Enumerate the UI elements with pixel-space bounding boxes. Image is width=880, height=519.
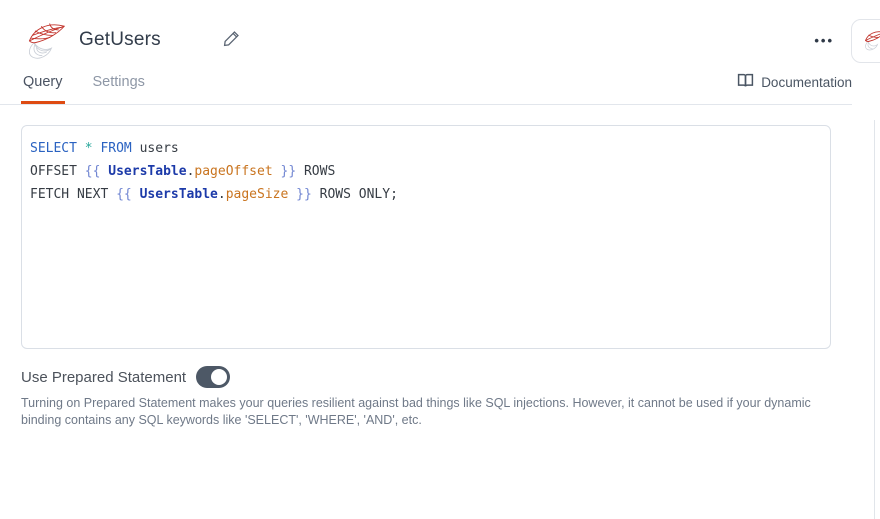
code-token: }}	[273, 164, 296, 179]
right-panel-divider	[874, 120, 875, 519]
code-token: FETCH NEXT	[30, 187, 116, 202]
code-token: {{	[116, 187, 139, 202]
tab-settings-label: Settings	[93, 74, 145, 90]
code-token: ROWS	[296, 164, 335, 179]
more-actions-button[interactable]: •••	[810, 31, 838, 50]
code-line[interactable]: OFFSET {{ UsersTable.pageOffset }} ROWS	[30, 160, 822, 183]
datasource-mssql-icon	[862, 28, 880, 55]
mssql-logo-icon	[21, 16, 69, 64]
code-token: users	[132, 141, 179, 156]
code-editor[interactable]: SELECT * FROM usersOFFSET {{ UsersTable.…	[21, 125, 831, 349]
code-token: {{	[85, 164, 108, 179]
code-token: FROM	[100, 141, 131, 156]
code-token: SELECT	[30, 141, 77, 156]
datasource-switch-button[interactable]	[851, 19, 880, 63]
documentation-link[interactable]: Documentation	[737, 72, 852, 104]
code-token: UsersTable	[108, 164, 186, 179]
code-token: pageSize	[226, 187, 289, 202]
tab-query-label: Query	[23, 74, 63, 90]
code-token: .	[218, 187, 226, 202]
code-token: UsersTable	[140, 187, 218, 202]
code-token: ROWS ONLY;	[312, 187, 398, 202]
tab-settings[interactable]: Settings	[91, 70, 147, 104]
prepared-statement-row: Use Prepared Statement	[21, 366, 831, 388]
code-token	[77, 141, 85, 156]
code-line[interactable]: FETCH NEXT {{ UsersTable.pageSize }} ROW…	[30, 183, 822, 206]
book-icon	[737, 72, 754, 92]
query-editor-panel: GetUsers ••• Query Settings	[0, 0, 852, 428]
query-name-title: GetUsers	[79, 29, 161, 51]
code-line[interactable]: SELECT * FROM users	[30, 137, 822, 160]
code-token: }}	[288, 187, 311, 202]
prepared-statement-toggle[interactable]	[196, 366, 230, 388]
code-editor-lines: SELECT * FROM usersOFFSET {{ UsersTable.…	[30, 137, 822, 206]
toggle-knob	[211, 369, 227, 385]
prepared-statement-label: Use Prepared Statement	[21, 369, 186, 386]
documentation-label: Documentation	[761, 75, 852, 90]
pencil-icon	[223, 30, 240, 50]
tab-query[interactable]: Query	[21, 70, 65, 104]
code-token: OFFSET	[30, 164, 85, 179]
code-token: *	[85, 141, 93, 156]
code-token: pageOffset	[194, 164, 272, 179]
prepared-statement-help: Turning on Prepared Statement makes your…	[21, 395, 831, 428]
tab-bar: Query Settings Documentation	[0, 62, 852, 105]
edit-name-button[interactable]	[221, 28, 242, 52]
query-header: GetUsers •••	[0, 0, 852, 62]
